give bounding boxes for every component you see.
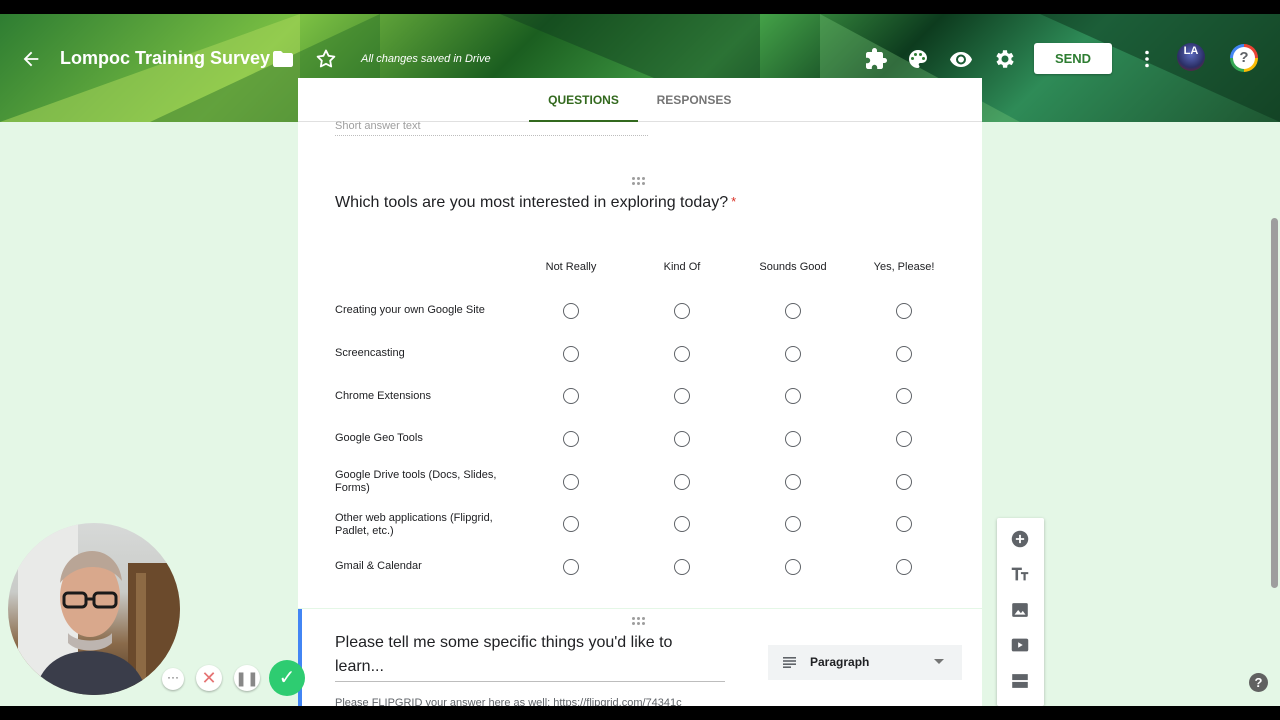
form-title[interactable]: Lompoc Training Survey xyxy=(60,48,270,69)
tab-questions[interactable]: QUESTIONS xyxy=(529,78,638,122)
add-section-icon[interactable] xyxy=(1009,670,1031,692)
grid-radio[interactable] xyxy=(563,559,579,575)
recorder-more-button[interactable]: ··· xyxy=(162,668,184,690)
add-question-icon[interactable] xyxy=(1009,528,1031,550)
grid-column-header: Kind Of xyxy=(663,261,701,273)
grid-radio[interactable] xyxy=(563,346,579,362)
grid-column-header: Yes, Please! xyxy=(873,261,935,273)
grid-row-label: Screencasting xyxy=(335,347,405,359)
scrollbar-thumb[interactable] xyxy=(1271,218,1278,588)
screen-top-border xyxy=(0,0,1280,14)
grid-radio[interactable] xyxy=(563,388,579,404)
question-type-dropdown[interactable]: Paragraph xyxy=(768,645,962,680)
screen-bottom-border xyxy=(0,706,1280,720)
chevron-down-icon xyxy=(934,659,944,664)
webcam-preview xyxy=(8,523,180,695)
grid-radio[interactable] xyxy=(563,474,579,490)
grid-radio[interactable] xyxy=(896,303,912,319)
grid-radio[interactable] xyxy=(896,431,912,447)
grid-row-label: Other web applications (Flipgrid, Padlet… xyxy=(335,512,493,537)
grid-radio[interactable] xyxy=(674,431,690,447)
send-button[interactable]: SEND xyxy=(1034,43,1112,74)
avatar-initials: LA xyxy=(1183,45,1199,57)
back-arrow-icon[interactable] xyxy=(20,48,42,70)
grid-radio[interactable] xyxy=(674,346,690,362)
grid-radio[interactable] xyxy=(896,474,912,490)
grid-radio[interactable] xyxy=(674,516,690,532)
star-icon[interactable] xyxy=(314,47,338,71)
question-title-input[interactable]: Please tell me some specific things you'… xyxy=(335,631,725,682)
help-button[interactable]: ? xyxy=(1249,673,1268,692)
folder-icon[interactable] xyxy=(271,47,295,71)
grid-radio[interactable] xyxy=(674,303,690,319)
grid-column-header: Not Really xyxy=(545,261,597,273)
short-answer-placeholder: Short answer text xyxy=(335,120,648,136)
grid-row-label: Gmail & Calendar xyxy=(335,560,422,572)
grid-radio[interactable] xyxy=(785,388,801,404)
grid-radio[interactable] xyxy=(674,474,690,490)
grid-radio[interactable] xyxy=(563,431,579,447)
question-type-label: Paragraph xyxy=(810,655,870,669)
paragraph-question-card[interactable]: Please tell me some specific things you'… xyxy=(298,609,982,706)
grid-radio[interactable] xyxy=(674,388,690,404)
grid-radio[interactable] xyxy=(785,516,801,532)
add-title-icon[interactable] xyxy=(1009,563,1031,585)
grid-radio[interactable] xyxy=(785,559,801,575)
add-video-icon[interactable] xyxy=(1009,634,1031,656)
recorder-cancel-button[interactable]: ✕ xyxy=(196,665,222,691)
drag-handle-icon[interactable] xyxy=(632,617,648,625)
grid-radio[interactable] xyxy=(563,516,579,532)
grid-radio[interactable] xyxy=(896,559,912,575)
preview-icon[interactable] xyxy=(949,47,973,71)
presenter-face xyxy=(18,523,180,695)
grid-radio[interactable] xyxy=(896,346,912,362)
grid-row-label: Chrome Extensions xyxy=(335,390,431,402)
grid-radio[interactable] xyxy=(785,303,801,319)
more-vert-icon[interactable] xyxy=(1135,47,1159,71)
save-status: All changes saved in Drive xyxy=(361,53,491,65)
recorder-pause-button[interactable]: ❚❚ xyxy=(234,665,260,691)
grid-radio[interactable] xyxy=(563,303,579,319)
addons-icon[interactable] xyxy=(864,47,888,71)
account-avatar[interactable]: LA xyxy=(1177,43,1205,71)
paragraph-icon xyxy=(783,657,796,668)
required-mark: * xyxy=(731,194,737,209)
google-help-button[interactable]: ? xyxy=(1230,44,1258,72)
settings-icon[interactable] xyxy=(992,47,1016,71)
tab-responses[interactable]: RESPONSES xyxy=(648,78,740,122)
grid-question-card[interactable]: Short answer text Which tools are you mo… xyxy=(298,120,982,608)
floating-toolbar xyxy=(997,518,1044,706)
grid-row-label: Google Geo Tools xyxy=(335,432,423,444)
grid-radio[interactable] xyxy=(896,516,912,532)
grid-radio[interactable] xyxy=(785,346,801,362)
tab-bar: QUESTIONS RESPONSES xyxy=(298,78,982,122)
question-description[interactable]: Please FLIPGRID your answer here as well… xyxy=(335,697,682,706)
question-title-text: Which tools are you most interested in e… xyxy=(335,194,729,211)
grid-radio[interactable] xyxy=(785,431,801,447)
help-label: ? xyxy=(1233,47,1255,69)
grid-radio[interactable] xyxy=(674,559,690,575)
question-title[interactable]: Which tools are you most interested in e… xyxy=(335,194,736,212)
grid-radio[interactable] xyxy=(785,474,801,490)
grid-row-label: Creating your own Google Site xyxy=(335,304,485,316)
add-image-icon[interactable] xyxy=(1009,599,1031,621)
grid-radio[interactable] xyxy=(896,388,912,404)
grid-column-header: Sounds Good xyxy=(759,261,827,273)
grid-row-label: Google Drive tools (Docs, Slides, Forms) xyxy=(335,469,497,494)
drag-handle-icon[interactable] xyxy=(632,177,648,185)
palette-icon[interactable] xyxy=(906,47,930,71)
recorder-finish-button[interactable]: ✓ xyxy=(269,660,305,696)
